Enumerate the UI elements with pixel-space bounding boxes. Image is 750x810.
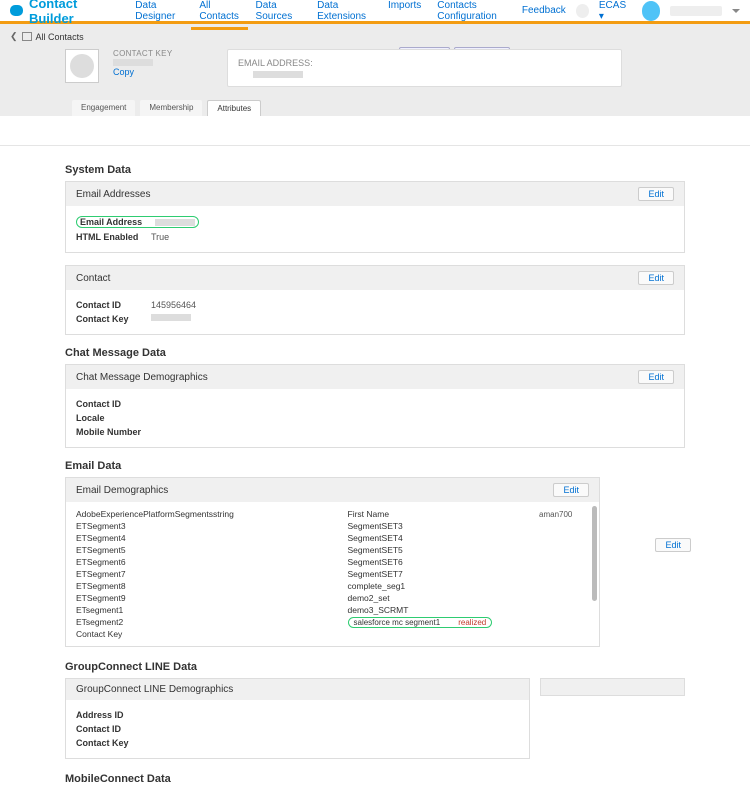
section-email-data: Email Data [65,460,685,472]
attr-locale: Locale [76,413,151,423]
subtab-engagement[interactable]: Engagement [72,100,135,116]
contact-meta: CONTACT KEY Copy [113,49,203,77]
breadcrumb-back-icon[interactable]: ❮ [10,31,18,42]
panel-email-demographics: Email Demographics Edit AdobeExperienceP… [65,477,600,647]
line-side-placeholder [540,678,685,696]
help-icon[interactable] [576,4,589,18]
attr-address-id: Address ID [76,710,151,720]
edit-button[interactable]: Edit [638,370,674,384]
edit-button[interactable]: Edit [553,483,589,497]
attr-html-enabled-value: True [151,232,169,242]
attr-contact-id-value: 145956464 [151,300,196,310]
section-mobile-data: MobileConnect Data [65,773,685,785]
segment-highlight: salesforce mc segment1 realized [348,617,493,628]
panel-chat-demographics: Chat Message Demographics Edit Contact I… [65,364,685,448]
attr-contact-id: Contact ID [76,724,151,734]
nav-tabs: Data Designer All Contacts Data Sources … [127,0,522,27]
top-nav: Contact Builder Data Designer All Contac… [0,0,750,24]
copy-link[interactable]: Copy [113,67,203,77]
contact-key-label: CONTACT KEY [113,49,203,58]
contact-key-value [113,59,153,66]
email-address-highlight: Email Address [76,216,199,228]
email-address-card: EMAIL ADDRESS: [227,49,622,87]
panel-email-addresses: Email Addresses Edit Email Address HTML … [65,181,685,253]
app-title: Contact Builder [29,0,107,26]
spacer [0,116,750,146]
tab-all-contacts[interactable]: All Contacts [191,0,247,30]
edit-button[interactable]: Edit [655,538,691,552]
panel-line-demographics: GroupConnect LINE Demographics Address I… [65,678,530,759]
user-avatar-icon[interactable] [642,1,661,21]
section-chat-data: Chat Message Data [65,347,685,359]
subtab-membership[interactable]: Membership [140,100,202,116]
attr-mobile-number: Mobile Number [76,427,151,437]
attr-email-address-value [155,219,195,226]
demographics-left-col: AdobeExperiencePlatformSegmentsstring ET… [76,508,318,640]
tab-contacts-config[interactable]: Contacts Configuration [429,0,522,30]
panel-title: Email Addresses [76,189,150,200]
person-icon [70,54,94,78]
tab-data-designer[interactable]: Data Designer [127,0,191,30]
org-switcher[interactable]: ECAS ▾ [599,0,632,22]
attr-contact-id-label: Contact ID [76,300,151,310]
attr-contact-id: Contact ID [76,399,151,409]
grid-icon [22,32,32,41]
segment-value: realized [458,618,486,627]
tab-imports[interactable]: Imports [380,0,429,30]
demographics-side: Edit [610,477,685,647]
edit-button[interactable]: Edit [638,271,674,285]
contact-avatar [65,49,99,83]
subtab-attributes[interactable]: Attributes [207,100,261,116]
breadcrumb: ❮ All Contacts [10,29,740,44]
tab-data-sources[interactable]: Data Sources [248,0,310,30]
brand: Contact Builder [10,0,107,26]
scrollbar[interactable] [592,506,597,601]
attr-contact-key-label: Contact Key [76,314,151,324]
panel-contact: Contact Edit Contact ID 145956464 Contac… [65,265,685,335]
panel-title: Contact [76,273,110,284]
contact-header-area: ❮ All Contacts CONTACT KEY Copy Email Mo… [0,24,750,116]
breadcrumb-label[interactable]: All Contacts [36,32,84,42]
content: System Data Email Addresses Edit Email A… [0,146,750,810]
section-line-data: GroupConnect LINE Data [65,661,685,673]
tab-data-extensions[interactable]: Data Extensions [309,0,380,30]
panel-title: GroupConnect LINE Demographics [76,684,233,695]
topbar-right: Feedback ECAS ▾ [522,0,740,22]
user-menu-caret-icon[interactable] [732,9,740,13]
attr-contact-key: Contact Key [76,738,151,748]
attr-html-enabled-label: HTML Enabled [76,232,151,242]
user-name [670,6,722,16]
cloud-icon [10,5,23,16]
email-address-label: EMAIL ADDRESS: [238,58,611,68]
panel-title: Chat Message Demographics [76,372,208,383]
attr-email-address-label: Email Address [80,217,155,227]
panel-title: Email Demographics [76,485,168,496]
feedback-link[interactable]: Feedback [522,5,566,16]
demographics-right-col: First Nameaman700 SegmentSET3 SegmentSET… [348,508,590,640]
section-system-data: System Data [65,164,685,176]
attr-contact-key-value [151,314,191,321]
email-address-value [253,71,303,78]
edit-button[interactable]: Edit [638,187,674,201]
first-name-value: aman700 [539,510,589,519]
sub-tabs: Engagement Membership Attributes [10,95,740,116]
